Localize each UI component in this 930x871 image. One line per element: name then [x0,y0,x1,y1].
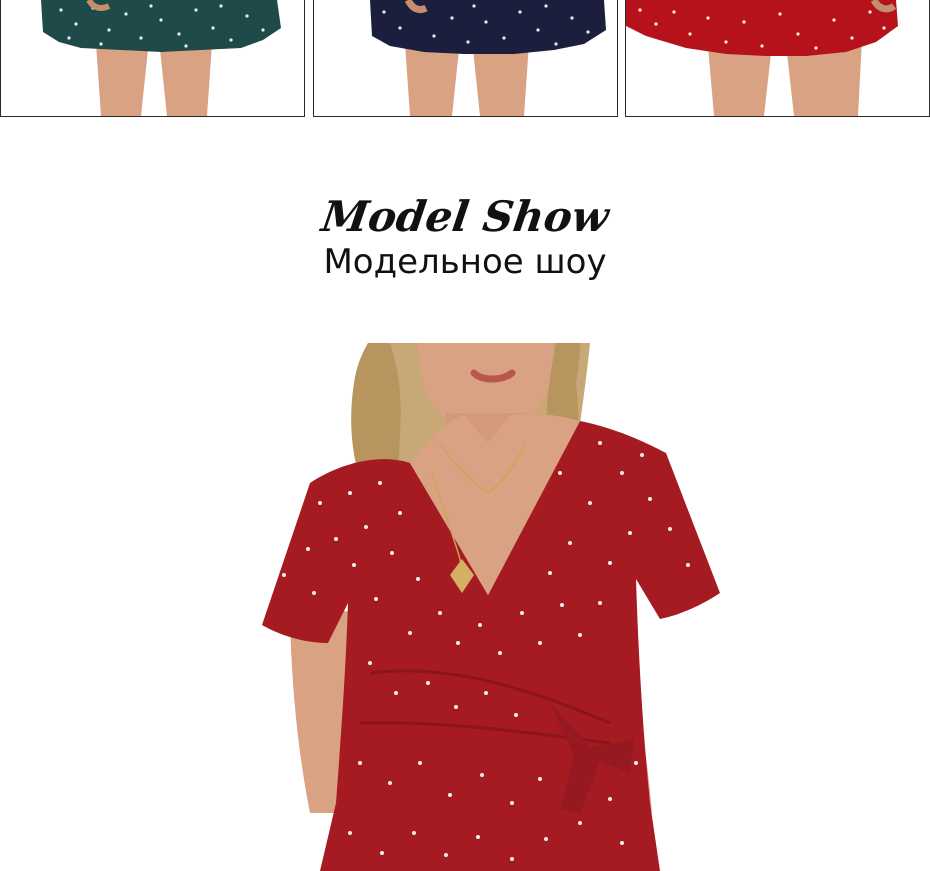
model-photo [250,343,730,871]
thumbnail-green-skirt[interactable] [0,0,305,117]
section-title: Model Show [318,192,612,241]
thumbnail-red-skirt[interactable] [625,0,930,117]
color-variant-thumbnails [0,0,930,118]
red-skirt-image [626,0,929,116]
navy-skirt-image [314,0,617,116]
section-heading: Model Show Модельное шоу [0,190,930,282]
thumbnail-navy-skirt[interactable] [313,0,618,117]
skirt-shape [370,0,606,54]
green-skirt-image [1,0,304,116]
model-illustration [250,343,730,871]
skirt-shape [41,0,281,52]
section-subtitle: Модельное шоу [323,242,607,282]
